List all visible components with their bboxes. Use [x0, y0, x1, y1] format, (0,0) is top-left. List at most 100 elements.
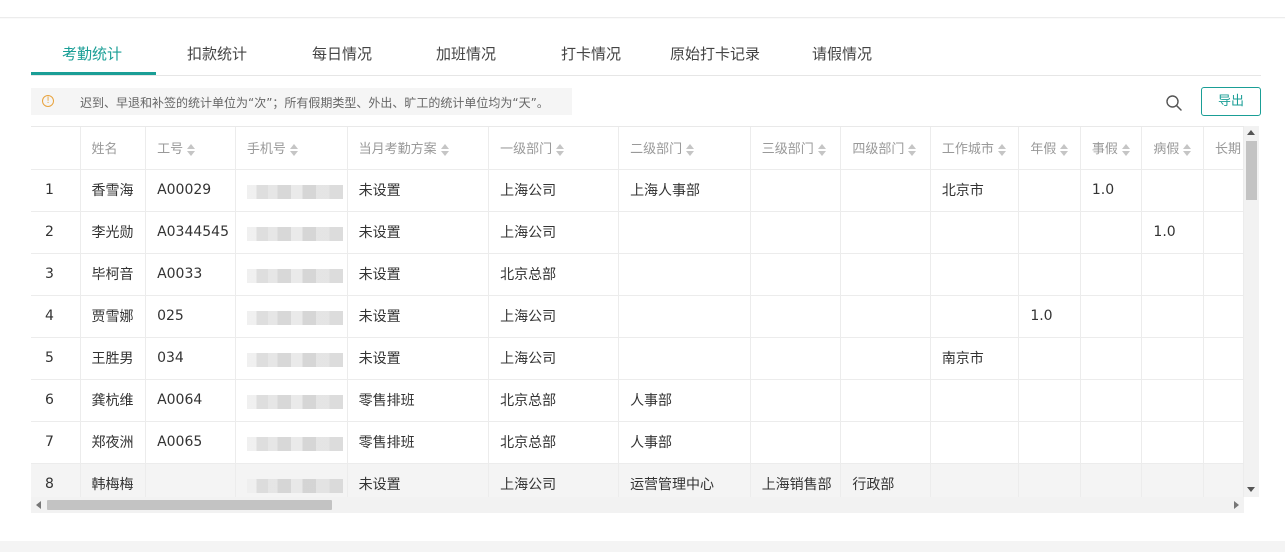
redacted-phone [246, 311, 343, 325]
col-dept-1[interactable]: 一级部门 [488, 127, 620, 170]
active-tab-indicator [31, 72, 156, 75]
cell-attendance-plan: 未设置 [347, 463, 490, 497]
sort-icon[interactable] [907, 143, 917, 156]
cell-attendance-plan: 未设置 [347, 253, 490, 296]
cell-dept-4 [840, 169, 931, 212]
cell-dept-3 [750, 253, 842, 296]
cell-long-term [1203, 211, 1244, 254]
cell-long-term [1203, 463, 1244, 497]
sort-icon[interactable] [289, 143, 298, 156]
cell-dept-3 [750, 379, 842, 422]
horizontal-scrollbar[interactable] [31, 497, 1244, 513]
tab-clock-in[interactable]: 打卡情况 [561, 43, 621, 64]
cell-work-city: 南京市 [930, 337, 1020, 380]
scroll-down-icon[interactable] [1247, 487, 1255, 492]
cell-work-city: 北京市 [930, 169, 1020, 212]
table-row[interactable]: 8 韩梅梅 未设置 上海公司 运营管理中心 上海销售部 行政部 [31, 463, 1244, 497]
cell-phone [235, 337, 348, 380]
tab-raw-clock-records[interactable]: 原始打卡记录 [670, 43, 760, 64]
cell-phone [235, 169, 348, 212]
col-annual-leave[interactable]: 年假 [1018, 127, 1081, 170]
cell-dept-1: 北京总部 [488, 253, 620, 296]
search-icon[interactable] [1165, 94, 1183, 112]
cell-dept-1: 北京总部 [488, 421, 620, 464]
sort-icon[interactable] [1059, 143, 1069, 156]
cell-long-term [1203, 421, 1244, 464]
scroll-right-icon[interactable] [1234, 501, 1239, 509]
cell-employee-id: A0033 [145, 253, 236, 296]
cell-dept-3 [750, 337, 842, 380]
sort-icon[interactable] [817, 143, 826, 156]
col-dept-4[interactable]: 四级部门 [840, 127, 931, 170]
col-personal-leave[interactable]: 事假 [1080, 127, 1143, 170]
row-index: 7 [31, 421, 81, 464]
sort-icon[interactable] [186, 143, 196, 156]
vertical-scroll-thumb[interactable] [1246, 141, 1257, 200]
tab-deduction-stats[interactable]: 扣款统计 [187, 43, 247, 64]
cell-attendance-plan: 未设置 [347, 337, 490, 380]
col-phone[interactable]: 手机号 [235, 127, 348, 170]
cell-work-city [930, 463, 1020, 497]
col-attendance-plan[interactable]: 当月考勤方案 [347, 127, 490, 170]
cell-personal-leave [1080, 421, 1143, 464]
cell-name: 毕柯音 [80, 253, 147, 296]
cell-attendance-plan: 未设置 [347, 169, 490, 212]
cell-employee-id: A0065 [145, 421, 236, 464]
table-row[interactable]: 7 郑夜洲 A0065 零售排班 北京总部 人事部 [31, 421, 1244, 464]
cell-name: 香雪海 [80, 169, 147, 212]
cell-annual-leave [1018, 169, 1081, 212]
sort-icon[interactable] [997, 143, 1006, 156]
notice-text: 迟到、早退和补签的统计单位为“次”；所有假期类型、外出、旷工的统计单位均为“天”… [80, 96, 549, 110]
cell-attendance-plan: 未设置 [347, 295, 490, 338]
cell-dept-3: 上海销售部 [750, 463, 842, 497]
cell-sick-leave [1141, 463, 1204, 497]
cell-dept-3 [750, 169, 842, 212]
cell-dept-2: 人事部 [618, 379, 751, 422]
horizontal-scroll-thumb[interactable] [47, 500, 332, 510]
sort-icon[interactable] [555, 143, 565, 156]
cell-attendance-plan: 零售排班 [347, 421, 490, 464]
cell-employee-id [145, 463, 236, 497]
tab-overtime[interactable]: 加班情况 [436, 43, 496, 64]
table-row[interactable]: 5 王胜男 034 未设置 上海公司 南京市 [31, 337, 1244, 380]
export-button[interactable]: 导出 [1201, 87, 1261, 116]
col-long-term: 长期 [1203, 127, 1244, 170]
col-dept-2[interactable]: 二级部门 [618, 127, 751, 170]
sort-icon[interactable] [440, 143, 449, 156]
sort-icon[interactable] [1121, 143, 1130, 156]
col-employee-id[interactable]: 工号 [145, 127, 236, 170]
table-row[interactable]: 1 香雪海 A00029 未设置 上海公司 上海人事部 北京市 1.0 [31, 169, 1244, 212]
cell-name: 李光勋 [80, 211, 147, 254]
tab-leave[interactable]: 请假情况 [812, 43, 872, 64]
cell-attendance-plan: 零售排班 [347, 379, 490, 422]
scroll-left-icon[interactable] [36, 501, 41, 509]
scroll-up-icon[interactable] [1247, 130, 1255, 135]
table-row[interactable]: 4 贾雪娜 025 未设置 上海公司 1.0 [31, 295, 1244, 338]
row-index: 5 [31, 337, 81, 380]
sort-icon[interactable] [685, 143, 695, 156]
cell-phone [235, 421, 348, 464]
redacted-phone [246, 185, 343, 199]
cell-name: 郑夜洲 [80, 421, 147, 464]
cell-phone [235, 295, 348, 338]
row-index: 6 [31, 379, 81, 422]
cell-work-city [930, 379, 1020, 422]
tab-daily-status[interactable]: 每日情况 [312, 43, 372, 64]
cell-employee-id: A0064 [145, 379, 236, 422]
cell-dept-1: 北京总部 [488, 379, 620, 422]
sort-icon[interactable] [1182, 143, 1192, 156]
redacted-phone [246, 437, 343, 451]
cell-work-city [930, 253, 1020, 296]
table-row[interactable]: 3 毕柯音 A0033 未设置 北京总部 [31, 253, 1244, 296]
col-work-city[interactable]: 工作城市 [930, 127, 1020, 170]
cell-phone [235, 379, 348, 422]
col-sick-leave[interactable]: 病假 [1141, 127, 1204, 170]
cell-dept-3 [750, 295, 842, 338]
table-row[interactable]: 6 龚杭维 A0064 零售排班 北京总部 人事部 [31, 379, 1244, 422]
top-bar [0, 0, 1285, 18]
table-row[interactable]: 2 李光勋 A0344545 未设置 上海公司 1.0 [31, 211, 1244, 254]
tab-attendance-stats[interactable]: 考勤统计 [62, 43, 122, 64]
cell-employee-id: 034 [145, 337, 236, 380]
vertical-scrollbar[interactable] [1244, 126, 1259, 497]
col-dept-3[interactable]: 三级部门 [750, 127, 842, 170]
